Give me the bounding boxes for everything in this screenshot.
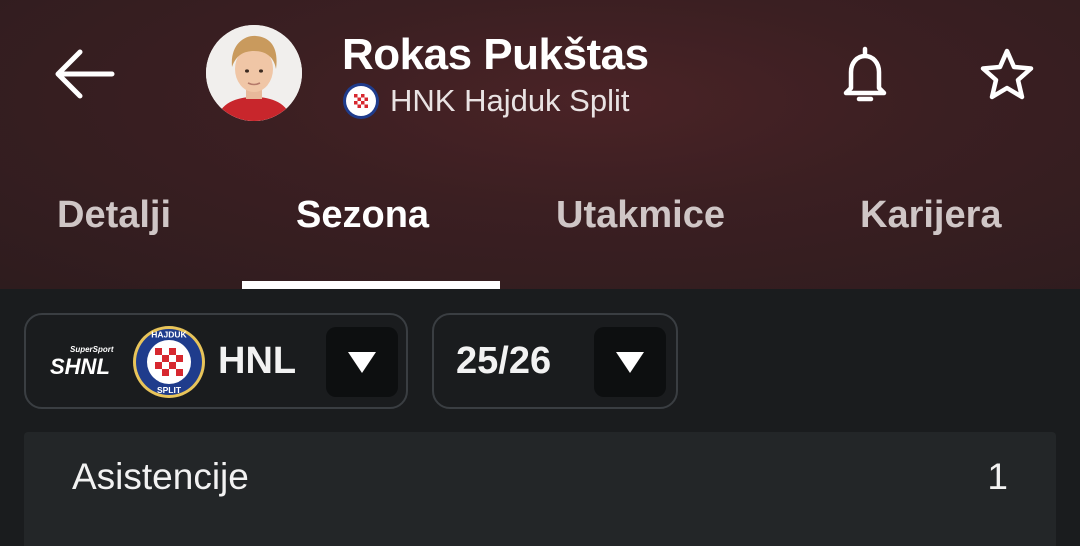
favorite-button[interactable] xyxy=(972,42,1042,108)
star-icon xyxy=(980,48,1034,100)
active-tab-indicator xyxy=(242,281,500,289)
player-header: Rokas Pukštas HNK Hajduk Split Detalji S… xyxy=(0,0,1080,289)
club-row[interactable]: HNK Hajduk Split xyxy=(342,82,629,120)
league-selector[interactable]: SuperSport SHNL HAJDUK SPLIT HNL xyxy=(24,313,408,409)
back-button[interactable] xyxy=(48,42,120,106)
league-dropdown-button[interactable] xyxy=(326,327,398,397)
supersport-hnl-logo: SuperSport SHNL xyxy=(50,345,114,377)
tab-utakmice[interactable]: Utakmice xyxy=(556,194,725,237)
tab-sezona[interactable]: Sezona xyxy=(296,194,429,237)
svg-text:SPLIT: SPLIT xyxy=(157,385,182,395)
svg-text:SHNL: SHNL xyxy=(50,354,110,377)
club-name: HNK Hajduk Split xyxy=(390,83,630,118)
hajduk-crest-icon: HAJDUK SPLIT xyxy=(133,326,205,398)
season-dropdown-button[interactable] xyxy=(594,327,666,397)
tab-karijera[interactable]: Karijera xyxy=(860,194,1002,237)
stat-value: 1 xyxy=(987,456,1008,497)
svg-text:HAJDUK: HAJDUK xyxy=(151,330,187,340)
hajduk-crest-icon xyxy=(343,83,379,119)
bell-icon xyxy=(843,46,887,102)
triangle-down-icon xyxy=(616,352,644,373)
triangle-down-icon xyxy=(348,352,376,373)
arrow-left-icon xyxy=(55,49,115,99)
notifications-button[interactable] xyxy=(834,42,896,108)
season-selector[interactable]: 25/26 xyxy=(432,313,678,409)
svg-text:SuperSport: SuperSport xyxy=(70,345,114,354)
player-name: Rokas Pukštas xyxy=(342,30,649,79)
season-label: 25/26 xyxy=(456,340,552,382)
tab-detalji[interactable]: Detalji xyxy=(57,194,171,237)
stat-label: Asistencije xyxy=(72,456,249,497)
league-label: HNL xyxy=(218,340,297,382)
player-avatar xyxy=(206,25,302,121)
stats-panel: Asistencije 1 xyxy=(24,432,1056,546)
